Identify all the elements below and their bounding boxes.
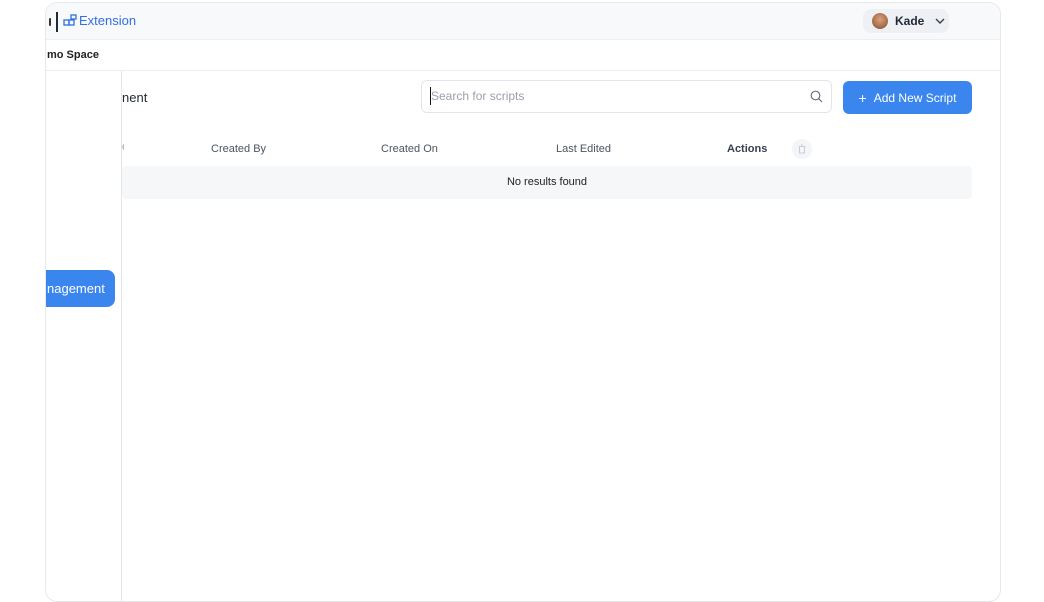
sidebar-item-management[interactable]: nagement — [46, 270, 115, 307]
sidebar-item-label: nagement — [47, 281, 105, 296]
user-name: Kade — [895, 14, 925, 28]
column-header-clipped: e — [122, 141, 124, 155]
chevron-down-icon — [935, 18, 945, 24]
brand-label: Extension — [79, 13, 137, 28]
column-header-actions: Actions — [727, 143, 768, 155]
search-box — [421, 80, 832, 113]
avatar — [872, 13, 888, 29]
user-menu[interactable]: Kade — [863, 9, 949, 33]
column-header-created-by: Created By — [211, 143, 267, 155]
add-button-label: Add New Script — [873, 90, 957, 105]
brand[interactable]: Extension — [63, 13, 136, 28]
top-bar: Extension Kade — [46, 3, 1000, 40]
table-row: No results found — [122, 166, 972, 199]
plus-icon: + — [858, 89, 867, 106]
sidebar: nagement — [46, 71, 122, 601]
trash-icon — [798, 144, 806, 154]
column-header-last-edited: Last Edited — [556, 143, 612, 155]
space-bar: mo Space — [46, 40, 1000, 71]
add-new-script-button[interactable]: + Add New Script — [843, 81, 972, 114]
app-window: Extension Kade mo Space nagement nent + … — [45, 2, 1001, 602]
delete-selected-button[interactable] — [792, 139, 812, 159]
back-indicator[interactable] — [49, 18, 51, 26]
column-header-created-on: Created On — [381, 143, 438, 155]
extension-icon — [63, 13, 77, 26]
search-input[interactable] — [430, 87, 791, 105]
space-name: mo Space — [47, 49, 99, 61]
empty-state-message: No results found — [506, 176, 588, 188]
search-icon[interactable] — [810, 90, 823, 103]
divider — [56, 12, 58, 32]
page-title: nent — [122, 90, 148, 105]
